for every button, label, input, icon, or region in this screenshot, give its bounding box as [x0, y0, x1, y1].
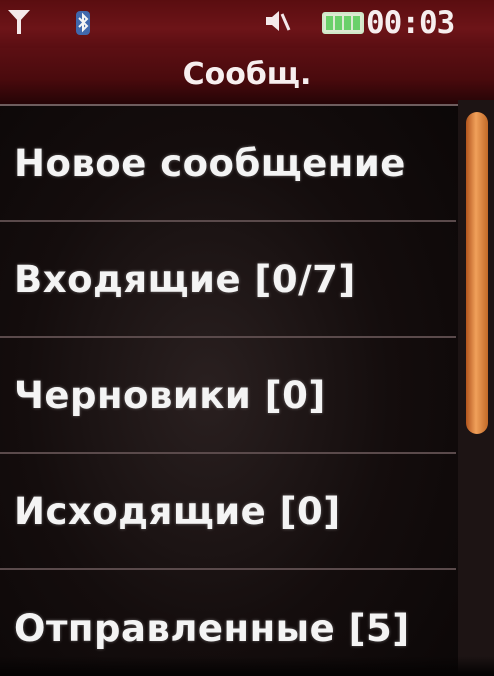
menu-item-new-message[interactable]: Новое сообщение	[0, 106, 456, 222]
page-title: Сообщ.	[182, 57, 312, 92]
menu-item-label: Черновики [0]	[14, 373, 326, 417]
menu-item-label: Новое сообщение	[14, 141, 406, 185]
clock: 00:03	[366, 5, 455, 41]
phone-screen: 00:03 Сообщ. Новое сообщение Входящие [0…	[0, 0, 494, 676]
status-bar: 00:03	[0, 0, 494, 48]
menu-item-drafts[interactable]: Черновики [0]	[0, 338, 456, 454]
menu-item-inbox[interactable]: Входящие [0/7]	[0, 222, 456, 338]
signal-icon	[8, 10, 30, 34]
menu-item-label: Отправленные [5]	[14, 606, 410, 650]
title-bar: Сообщ.	[0, 48, 494, 106]
menu-item-label: Входящие [0/7]	[14, 257, 356, 301]
bottom-fade	[0, 656, 494, 676]
bluetooth-icon	[76, 11, 90, 35]
scrollbar-thumb[interactable]	[466, 112, 488, 434]
menu-item-outbox[interactable]: Исходящие [0]	[0, 454, 456, 570]
silent-mode-icon	[266, 11, 291, 31]
messages-menu: Новое сообщение Входящие [0/7] Черновики…	[0, 106, 456, 676]
menu-item-label: Исходящие [0]	[14, 489, 341, 533]
battery-icon	[322, 12, 364, 34]
